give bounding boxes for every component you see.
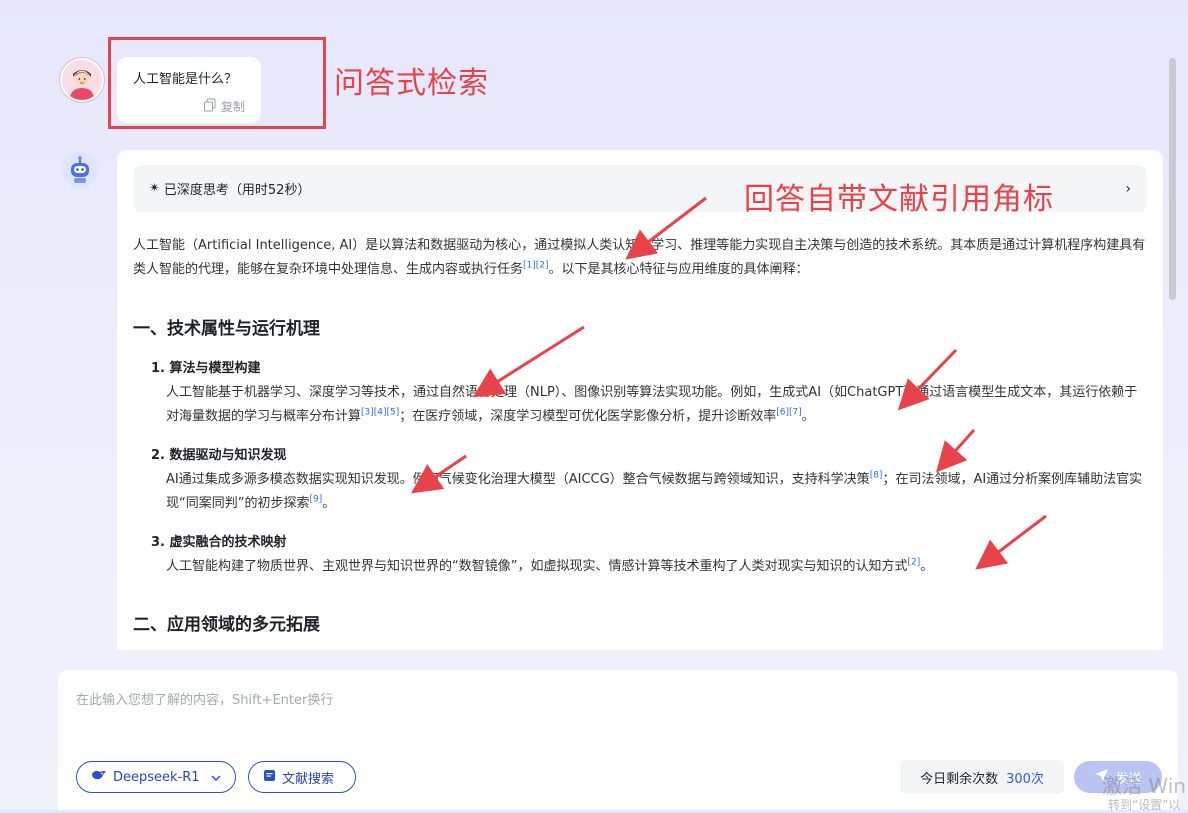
annotation-arrow [975, 514, 1047, 570]
annotation-arrow [411, 454, 467, 494]
remaining-quota: 今日剩余次数 300次 [900, 760, 1064, 794]
literature-search-label: 文献搜索 [282, 771, 335, 787]
quota-label: 今日剩余次数 [920, 771, 999, 787]
annotation-arrow [472, 325, 585, 398]
model-label: Deepseek-R1 [113, 769, 200, 785]
watermark-subtext: 转到“设置”以 [1108, 798, 1181, 812]
chat-input-placeholder[interactable]: 在此输入您想了解的内容，Shift+Enter换行 [76, 689, 333, 708]
scrollbar-thumb[interactable] [1169, 58, 1176, 300]
annotation-arrow [935, 428, 976, 473]
watermark-text: 激活 Win [1102, 774, 1186, 798]
deepseek-logo-icon [91, 769, 107, 785]
model-selector[interactable]: Deepseek-R1 [76, 761, 236, 793]
literature-search-button[interactable]: 文献搜索 [248, 761, 356, 793]
chevron-down-icon [211, 770, 221, 785]
document-icon [263, 769, 276, 786]
annotation-arrow [897, 348, 958, 411]
quota-value: 300次 [1006, 771, 1044, 787]
annotation-arrow [625, 196, 707, 260]
